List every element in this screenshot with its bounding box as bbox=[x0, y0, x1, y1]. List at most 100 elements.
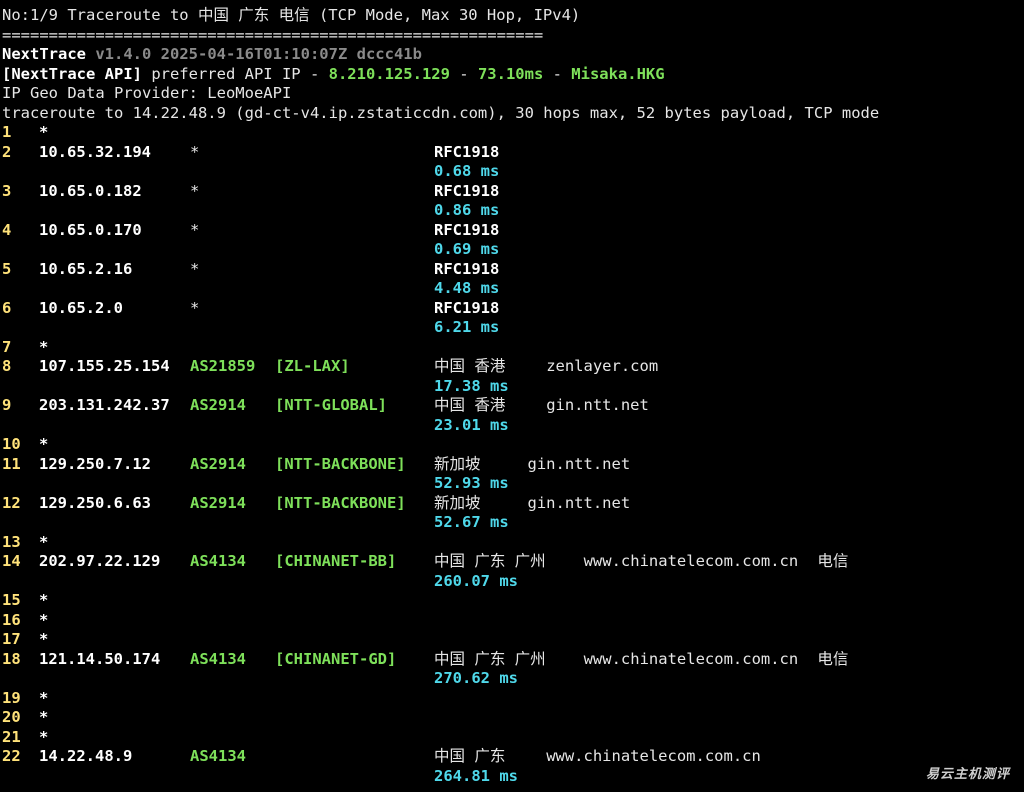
hop-timeout-star: * bbox=[39, 123, 49, 141]
hop-geo: 中国 广东 广州 bbox=[434, 649, 546, 668]
hop-latency: 17.38 ms bbox=[434, 376, 509, 395]
hop-latency: 264.81 ms bbox=[434, 766, 518, 785]
hop-number: 21 bbox=[2, 727, 21, 746]
hop-asn: * bbox=[190, 142, 200, 161]
hop-latency-row: 6.21 ms bbox=[2, 318, 1024, 338]
hop-ip: 14.22.48.9 bbox=[39, 747, 133, 765]
hop-row: 4 10.65.0.170 * RFC1918 bbox=[2, 221, 1024, 241]
traceroute-line: traceroute to 14.22.48.9 (gd-ct-v4.ip.zs… bbox=[2, 103, 880, 122]
hop-ip: 10.65.2.16 bbox=[39, 259, 133, 278]
hop-latency: 0.86 ms bbox=[434, 201, 500, 219]
hop-number: 15 bbox=[2, 591, 21, 609]
hop-domain: zenlayer.com bbox=[546, 357, 659, 375]
hop-asn: AS21859 bbox=[190, 357, 256, 375]
api-node: Misaka.HKG bbox=[571, 64, 665, 83]
hop-timeout-star: * bbox=[39, 591, 49, 609]
hop-latency-row: 23.01 ms bbox=[2, 416, 1024, 436]
hop-row: 7 * bbox=[2, 338, 1024, 358]
hop-row: 10 * bbox=[2, 435, 1024, 455]
hop-latency-row: 4.48 ms bbox=[2, 279, 1024, 299]
hop-latency-row: 260.07 ms bbox=[2, 572, 1024, 592]
hop-geo: RFC1918 bbox=[434, 142, 500, 161]
hop-isp: 电信 bbox=[817, 649, 849, 668]
hop-number: 13 bbox=[2, 532, 21, 551]
hop-timeout-star: * bbox=[39, 337, 49, 356]
hop-ip: 202.97.22.129 bbox=[39, 552, 161, 570]
hop-row: 5 10.65.2.16 * RFC1918 bbox=[2, 260, 1024, 280]
hop-tag: [NTT-GLOBAL] bbox=[275, 396, 387, 414]
hop-latency-row: 52.93 ms bbox=[2, 474, 1024, 494]
hop-domain: www.chinatelecom.com.cn bbox=[583, 649, 799, 668]
hop-latency: 23.01 ms bbox=[434, 415, 509, 434]
hop-geo: 新加坡 bbox=[434, 454, 481, 473]
hop-number: 3 bbox=[2, 181, 12, 200]
version-line: NextTrace v1.4.0 2025-04-16T01:10:07Z dc… bbox=[2, 45, 1024, 65]
trace-title: No:1/9 Traceroute to 中国 广东 电信 (TCP Mode,… bbox=[2, 6, 581, 24]
hop-ip: 129.250.7.12 bbox=[39, 454, 151, 473]
separator: ========================================… bbox=[2, 25, 544, 44]
hop-asn: AS2914 bbox=[190, 396, 246, 414]
hop-number: 10 bbox=[2, 435, 21, 453]
hop-latency-row: 0.69 ms bbox=[2, 240, 1024, 260]
hop-number: 4 bbox=[2, 220, 12, 239]
hop-row: 21 * bbox=[2, 728, 1024, 748]
hop-latency-row: 0.68 ms bbox=[2, 162, 1024, 182]
hop-asn: AS4134 bbox=[190, 552, 246, 570]
hop-domain: gin.ntt.net bbox=[527, 493, 631, 512]
api-line: [NextTrace API] preferred API IP - 8.210… bbox=[2, 65, 1024, 85]
hop-asn: * bbox=[190, 220, 200, 239]
hop-row: 8 107.155.25.154 AS21859 [ZL-LAX] 中国 香港 zenla… bbox=[2, 357, 1024, 377]
hop-geo: RFC1918 bbox=[434, 298, 500, 317]
hop-geo: RFC1918 bbox=[434, 259, 500, 278]
hop-number: 6 bbox=[2, 298, 12, 317]
hop-number: 5 bbox=[2, 259, 12, 278]
hop-tag: [CHINANET-GD] bbox=[275, 649, 397, 668]
hop-geo: RFC1918 bbox=[434, 220, 500, 239]
api-ip: 8.210.125.129 bbox=[328, 64, 450, 83]
hop-row: 6 10.65.2.0 * RFC1918 bbox=[2, 299, 1024, 319]
hop-row: 22 14.22.48.9 AS4134 中国 广东 www.chinatelecom.… bbox=[2, 747, 1024, 767]
hop-isp: 电信 bbox=[817, 552, 849, 570]
hop-number: 20 bbox=[2, 708, 21, 726]
hop-row: 19 * bbox=[2, 689, 1024, 709]
hop-domain: www.chinatelecom.com.cn bbox=[583, 552, 799, 570]
hop-geo: 新加坡 bbox=[434, 493, 481, 512]
hop-domain: gin.ntt.net bbox=[527, 454, 631, 473]
hop-domain: gin.ntt.net bbox=[546, 396, 649, 414]
hop-number: 8 bbox=[2, 357, 12, 375]
hop-asn: AS2914 bbox=[190, 493, 246, 512]
hop-ip: 129.250.6.63 bbox=[39, 493, 151, 512]
hop-latency: 52.67 ms bbox=[434, 513, 509, 531]
hop-list: 1 * 2 10.65.32.194 * RFC1918 0.68 ms 3 10.65.0.1… bbox=[2, 123, 1024, 786]
hop-geo: 中国 香港 bbox=[434, 396, 506, 414]
hop-ip: 10.65.32.194 bbox=[39, 142, 151, 161]
hop-latency: 0.69 ms bbox=[434, 240, 500, 258]
hop-timeout-star: * bbox=[39, 630, 49, 648]
watermark: 易云主机测评 bbox=[925, 767, 1010, 782]
hop-latency-row: 17.38 ms bbox=[2, 377, 1024, 397]
hop-number: 14 bbox=[2, 552, 21, 570]
hop-number: 19 bbox=[2, 688, 21, 707]
terminal-output: No:1/9 Traceroute to 中国 广东 电信 (TCP Mode,… bbox=[2, 6, 1024, 786]
hop-latency-row: 52.67 ms bbox=[2, 513, 1024, 533]
app-name: NextTrace bbox=[2, 45, 86, 63]
hop-tag: [NTT-BACKBONE] bbox=[275, 454, 406, 473]
hop-row: 16 * bbox=[2, 611, 1024, 631]
api-latency: 73.10ms bbox=[477, 64, 544, 83]
hop-ip: 10.65.0.170 bbox=[39, 220, 142, 239]
hop-latency: 52.93 ms bbox=[434, 474, 509, 492]
hop-ip: 10.65.2.0 bbox=[39, 298, 123, 317]
hop-row: 14 202.97.22.129 AS4134 [CHINANET-BB] 中国 广东 … bbox=[2, 552, 1024, 572]
api-dash: - bbox=[543, 64, 572, 83]
hop-row: 1 * bbox=[2, 123, 1024, 143]
hop-asn: AS2914 bbox=[190, 454, 246, 473]
hop-number: 2 bbox=[2, 142, 12, 161]
hop-asn: * bbox=[190, 181, 200, 200]
hop-latency: 4.48 ms bbox=[434, 279, 500, 297]
hop-geo: 中国 广东 广州 bbox=[434, 552, 546, 570]
hop-row: 18 121.14.50.174 AS4134 [CHINANET-GD] 中国 广东 … bbox=[2, 650, 1024, 670]
hop-geo: RFC1918 bbox=[434, 181, 500, 200]
hop-number: 11 bbox=[2, 454, 21, 473]
hop-row: 12 129.250.6.63 AS2914 [NTT-BACKBONE] 新加坡 gin… bbox=[2, 494, 1024, 514]
hop-number: 22 bbox=[2, 747, 21, 765]
